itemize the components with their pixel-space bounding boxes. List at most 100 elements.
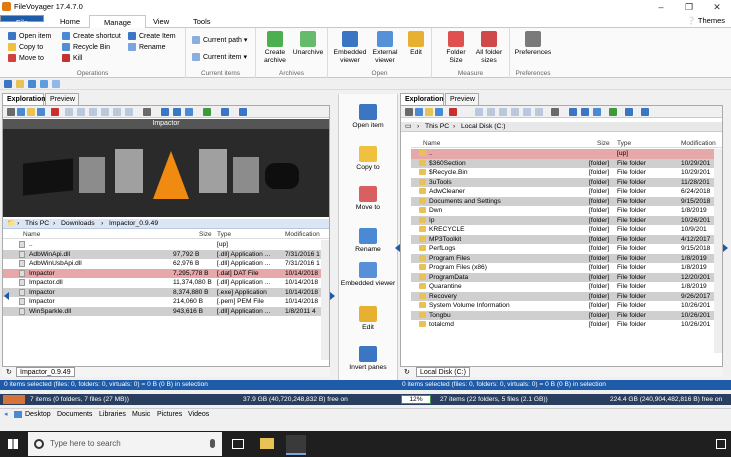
filevoyager-taskbar-icon[interactable] (286, 435, 306, 455)
breadcrumb-item[interactable]: Impactor_0.9.49 (109, 219, 158, 229)
breadcrumb-item[interactable]: This PC (25, 219, 49, 229)
table-row[interactable]: AdbWinApi.dll 97,792 B [.dll] Application … (3, 249, 321, 259)
table-row[interactable]: AdwCleaner [folder] File folder 6/24/2018 (411, 187, 714, 197)
view-tiles-icon[interactable] (511, 108, 519, 116)
left-scrollbar[interactable] (321, 240, 329, 360)
preferences-button[interactable]: Preferences (512, 31, 554, 57)
minimize-button[interactable]: – (647, 0, 675, 14)
view-mode-icon[interactable] (143, 108, 151, 116)
table-row[interactable]: totalcmd [folder] File folder 10/26/201 (411, 320, 714, 330)
view-tiles-icon[interactable] (101, 108, 109, 116)
computer-icon[interactable] (52, 80, 60, 88)
copy-to-button[interactable]: Copy to (8, 42, 51, 53)
table-row[interactable]: AdbWinUsbApi.dll 62,976 B [.dll] Applicati… (3, 259, 321, 269)
table-row[interactable]: Impactor 7,295,778 B [.dat] DAT File 10/14/… (3, 268, 321, 278)
favorite-pictures[interactable]: Pictures (157, 409, 182, 421)
embedded-viewer-button[interactable]: Embedded viewer (332, 31, 368, 64)
favorite-libraries[interactable]: Libraries (99, 409, 126, 421)
top-arrow-icon[interactable] (569, 108, 577, 116)
view-list-icon[interactable] (77, 108, 85, 116)
column-name[interactable]: Name (423, 139, 440, 148)
paste-icon[interactable] (425, 108, 433, 116)
task-view-icon[interactable] (232, 439, 244, 449)
kill-button[interactable]: Kill (62, 53, 121, 64)
column-size[interactable]: Size (597, 139, 610, 148)
view-mode-icon[interactable] (551, 108, 559, 116)
table-row[interactable]: Documents and Settings [folder] File folde… (411, 196, 714, 206)
left-panel-right-arrow[interactable] (330, 292, 335, 300)
table-row[interactable]: Impactor 8,374,880 B [.exe] Application 10/… (3, 287, 321, 297)
breadcrumb-item[interactable]: Downloads (61, 219, 95, 229)
forward-arrow-icon[interactable] (239, 108, 247, 116)
tab-view[interactable]: View (139, 15, 183, 28)
left-location-tab[interactable]: Impactor_0.9.49 (16, 367, 75, 377)
right-nav-arrow[interactable] (723, 244, 728, 252)
right-panel-left-arrow[interactable] (395, 244, 400, 252)
create-archive-button[interactable]: Create archive (260, 31, 290, 64)
drive-icon[interactable] (40, 80, 48, 88)
external-viewer-button[interactable]: External viewer (368, 31, 402, 64)
refresh-icon[interactable] (593, 108, 601, 116)
taskbar-search-input[interactable]: Type here to search (28, 432, 222, 456)
column-modification[interactable]: Modification (681, 139, 716, 148)
close-button[interactable]: ✕ (703, 0, 731, 14)
table-row[interactable]: Ip [folder] File folder 10/26/201 (411, 215, 714, 225)
cut-icon[interactable] (405, 108, 413, 116)
middle-copy-to-button[interactable]: Copy to (340, 146, 396, 171)
view-list-icon[interactable] (487, 108, 495, 116)
view-preview-icon[interactable] (125, 108, 133, 116)
table-row[interactable]: $Recycle.Bin [folder] File folder 10/29/201 (411, 168, 714, 178)
table-row[interactable]: Recovery [folder] File folder 9/26/2017 (411, 291, 714, 301)
left-tab-exploration[interactable]: Exploration (2, 93, 46, 105)
tab-home[interactable]: Home (46, 15, 94, 28)
column-type[interactable]: Type (617, 139, 631, 148)
all-folder-sizes-button[interactable]: All folder sizes (474, 31, 504, 64)
view-preview-icon[interactable] (535, 108, 543, 116)
table-row[interactable]: Impactor 214,060 B [.pem] PEM File 10/14/20… (3, 297, 321, 307)
view-details-icon[interactable] (475, 108, 483, 116)
table-row[interactable]: .. [up] (3, 240, 321, 250)
column-type[interactable]: Type (217, 230, 231, 239)
table-row[interactable]: Program Files (x86) [folder] File folder 1/… (411, 263, 714, 273)
table-row[interactable]: Quarantine [folder] File folder 1/8/2019 (411, 282, 714, 292)
middle-move-to-button[interactable]: Move to (340, 186, 396, 211)
right-scrollbar[interactable] (714, 149, 722, 353)
create-shortcut-button[interactable]: Create shortcut (62, 31, 121, 42)
unarchive-button[interactable]: Unarchive (290, 31, 326, 57)
right-location-tab[interactable]: Local Disk (C:) (416, 367, 470, 377)
tab-file[interactable]: File (0, 15, 44, 27)
left-tab-preview[interactable]: Preview (45, 93, 79, 105)
cut-icon[interactable] (7, 108, 15, 116)
recycle-bin-button[interactable]: Recycle Bin (62, 42, 121, 53)
table-row[interactable]: MP3Toolkit [folder] File folder 4/12/2017 (411, 234, 714, 244)
windows-start-icon[interactable] (8, 439, 18, 449)
notification-icon[interactable] (716, 439, 726, 449)
current-path-dropdown[interactable]: Current path ▾ (192, 35, 247, 46)
edit-button[interactable]: Edit (404, 31, 428, 57)
table-row[interactable]: PerfLogs [folder] File folder 9/15/2018 (411, 244, 714, 254)
back-arrow-icon[interactable] (221, 108, 229, 116)
rename-button[interactable]: Rename (128, 42, 176, 53)
history-icon[interactable] (609, 108, 617, 116)
favorite-documents[interactable]: Documents (57, 409, 92, 421)
table-row[interactable]: KRECYCLE [folder] File folder 10/9/201 (411, 225, 714, 235)
middle-edit-button[interactable]: Edit (340, 306, 396, 331)
current-item-dropdown[interactable]: Current item ▾ (192, 52, 247, 63)
table-row[interactable]: Program Files [folder] File folder 1/8/2019 (411, 253, 714, 263)
middle-rename-button[interactable]: Rename (340, 228, 396, 253)
breadcrumb-item[interactable]: Local Disk (C:) (461, 122, 506, 132)
middle-invert-panes-button[interactable]: Invert panes (340, 346, 396, 371)
themes-menu[interactable]: ❔ Themes (687, 16, 725, 25)
top-arrow-icon[interactable] (161, 108, 169, 116)
create-item-button[interactable]: Create Item (128, 31, 176, 42)
up-arrow-icon[interactable] (173, 108, 181, 116)
view-icons-icon[interactable] (499, 108, 507, 116)
delete-icon[interactable] (51, 108, 59, 116)
file-explorer-icon[interactable] (260, 438, 274, 449)
paste-icon[interactable] (27, 108, 35, 116)
forward-arrow-icon[interactable] (641, 108, 649, 116)
back-arrow-icon[interactable] (625, 108, 633, 116)
table-row[interactable]: Dwn [folder] File folder 1/8/2019 (411, 206, 714, 216)
microphone-icon[interactable] (210, 439, 215, 448)
left-nav-arrow[interactable] (4, 292, 9, 300)
